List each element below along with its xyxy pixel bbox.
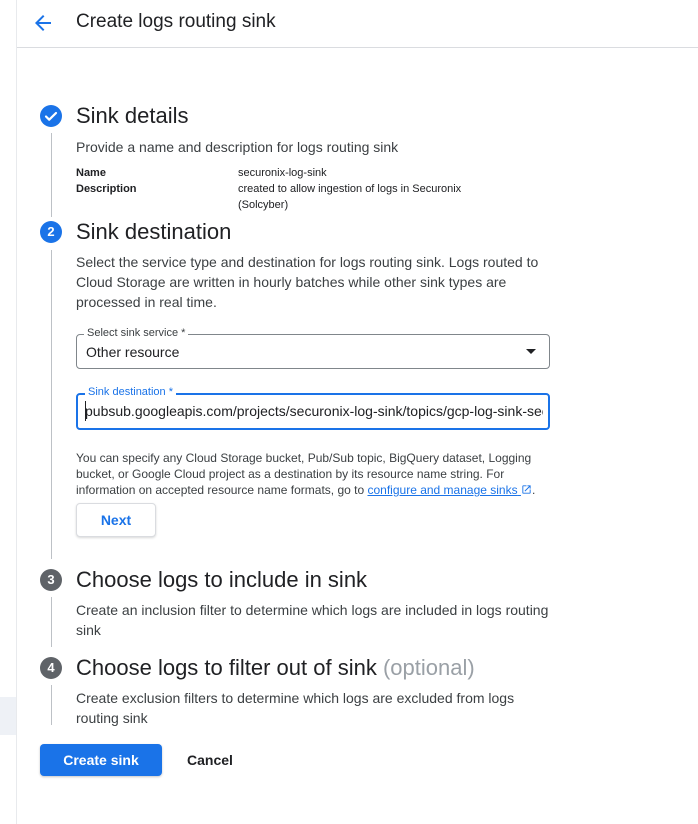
rail-highlight (0, 697, 16, 735)
arrow-back-icon (35, 15, 51, 31)
step-3-title: Choose logs to include in sink (76, 567, 368, 592)
configure-sinks-link[interactable]: configure and manage sinks (368, 483, 532, 497)
sink-destination-label: Sink destination * (85, 385, 176, 399)
step-connector (51, 685, 52, 725)
next-button[interactable]: Next (76, 503, 156, 537)
destination-help-text: You can specify any Cloud Storage bucket… (76, 450, 536, 498)
step-1-complete-icon (40, 105, 62, 127)
page-title: Create logs routing sink (76, 11, 276, 32)
step-2-title: Sink destination (76, 219, 232, 244)
page-header: Create logs routing sink (17, 0, 698, 48)
create-sink-button[interactable]: Create sink (40, 744, 162, 776)
step-connector (51, 133, 52, 217)
configure-sinks-link-text: configure and manage sinks (367, 483, 518, 497)
dropdown-arrow-icon (526, 349, 536, 354)
step-4-number: 4 (40, 657, 62, 679)
optional-tag: (optional) (382, 655, 475, 680)
step-3-description: Create an inclusion filter to determine … (76, 602, 549, 638)
check-icon (44, 111, 58, 121)
step-connector (51, 250, 52, 559)
step-connector (51, 597, 52, 647)
sink-destination-field[interactable]: Sink destination * (76, 385, 550, 430)
help-text-suffix: . (531, 483, 536, 497)
step-2-number: 2 (40, 221, 62, 243)
open-in-new-icon (522, 485, 531, 494)
detail-description-label: Description (76, 183, 137, 195)
detail-description-value: created to allow ingestion of logs in Se… (238, 183, 462, 211)
step-1-description: Provide a name and description for logs … (76, 139, 399, 155)
step-4-description: Create exclusion filters to determine wh… (76, 690, 515, 726)
step-4-title: Choose logs to filter out of sink (optio… (76, 655, 475, 681)
step-1-title: Sink details (76, 103, 189, 128)
sink-service-select[interactable]: Select sink service * Other resource (76, 326, 550, 369)
sink-service-label: Select sink service * (84, 326, 189, 340)
sink-service-value: Other resource (86, 344, 180, 360)
step-4-title-text: Choose logs to filter out of sink (76, 655, 377, 680)
back-button[interactable] (31, 11, 55, 35)
detail-name-value: securonix-log-sink (238, 167, 327, 179)
step-3-number: 3 (40, 569, 62, 591)
detail-name-label: Name (76, 167, 106, 179)
cancel-button[interactable]: Cancel (178, 744, 242, 776)
sink-destination-input[interactable] (85, 400, 543, 422)
text-cursor (85, 401, 86, 421)
step-2-description: Select the service type and destination … (76, 254, 539, 310)
